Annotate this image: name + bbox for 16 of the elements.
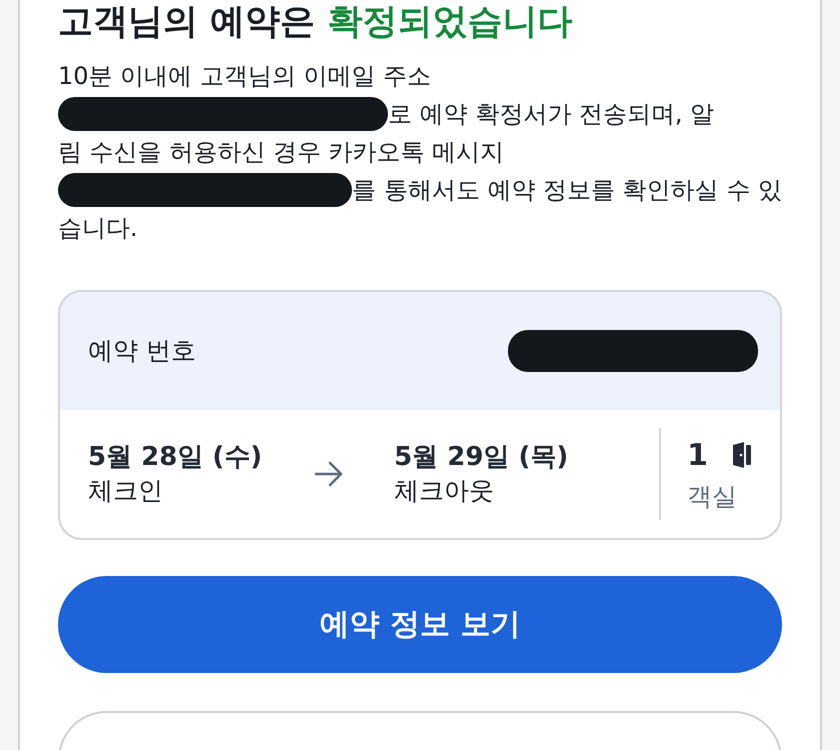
view-booking-button[interactable]: 예약 정보 보기 [58,576,782,673]
room-label: 객실 [687,480,738,513]
date-text: 5월 28일 (수) [88,441,262,474]
date-label: 체크인 [88,475,164,507]
arrow-icon [314,461,344,487]
message-text: 림 수신을 허용하신 경우 카카오톡 메시지 [58,137,504,168]
page-title: 고객님의 예약은 확정되었습니다 [58,1,574,44]
date-text: 5월 29일 (목) [394,441,568,474]
room-count: 1 [687,436,708,475]
message-text: 로 예약 확정서가 전송되며, 알 [388,99,714,130]
booking-number-label: 예약 번호 [88,335,196,368]
message-text: 를 통해서도 예약 정보를 확인하실 수 있 [352,175,782,206]
message-text: 습니다. [58,213,138,244]
date-label: 체크아웃 [394,475,496,507]
message-text: 10분 이내에 고객님의 이메일 주소 [58,61,432,92]
door-icon [732,442,752,468]
